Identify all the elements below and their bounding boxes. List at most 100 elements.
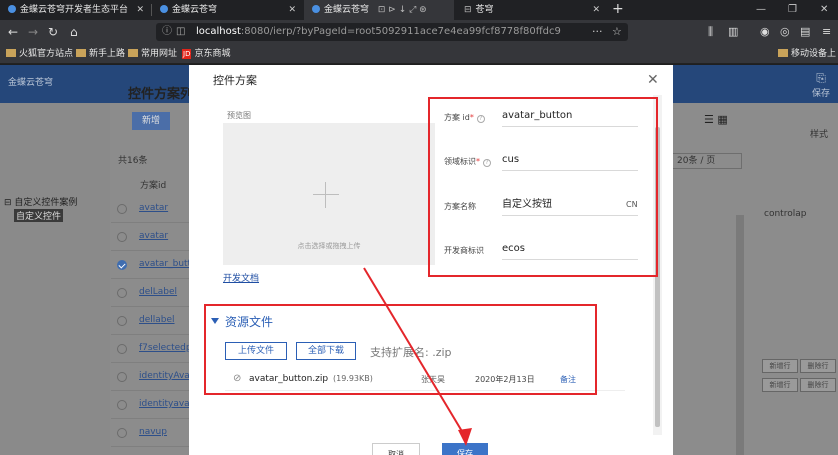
close-tab-icon[interactable]: ✕ — [592, 0, 600, 20]
row-radio[interactable] — [117, 232, 127, 242]
delete-row-button[interactable]: 删除行 — [800, 359, 836, 373]
row-link[interactable]: navup — [139, 427, 167, 437]
add-button[interactable]: 新增 — [132, 112, 170, 130]
home-icon[interactable]: ⌂ — [70, 24, 78, 40]
table-row[interactable]: identityavata — [111, 391, 199, 419]
page-actions-icon[interactable]: ··· — [592, 23, 603, 41]
bookmark-star-icon[interactable]: ☆ — [612, 23, 622, 41]
table-row[interactable]: identityAvata — [111, 363, 199, 391]
row-link[interactable]: avatar — [139, 231, 168, 241]
close-tab-icon[interactable]: ✕ — [136, 0, 144, 20]
record-count: 共16条 — [118, 156, 148, 166]
row-radio[interactable] — [117, 344, 127, 354]
table-row[interactable]: avatar — [111, 195, 191, 223]
language-suffix[interactable]: CN — [626, 200, 638, 209]
app-logo: 金蝶云苍穹 — [8, 78, 54, 88]
required-mark: * — [476, 157, 480, 166]
tab-title: 金蝶云苍穹开发者生态平台 — [20, 5, 129, 15]
address-bar[interactable]: ⓘ ◫ localhost:8080/ierp/?byPageId=root50… — [156, 23, 628, 41]
scheme-id-input[interactable]: avatar_button — [502, 105, 638, 127]
tree-node-selected[interactable]: 自定义控件 — [14, 209, 64, 222]
domain-id-input[interactable]: cus — [502, 149, 638, 171]
file-note-link[interactable]: 备注 — [560, 374, 576, 385]
add-row-button[interactable]: 新增行 — [762, 378, 798, 392]
delete-row-button[interactable]: 删除行 — [800, 378, 836, 392]
collapse-triangle-icon — [211, 318, 219, 324]
add-row-button[interactable]: 新增行 — [762, 359, 798, 373]
table-row[interactable]: delLabel — [111, 279, 191, 307]
tab-picture-icon: ⊟ — [464, 5, 472, 15]
library-icon[interactable]: ⫼ — [708, 24, 713, 40]
field-label: 开发商标识 — [444, 246, 484, 255]
back-icon[interactable]: ← — [8, 24, 18, 40]
close-tab-icon[interactable]: ✕ — [288, 0, 296, 20]
tab-media-icons: ⊡ ⊳ ↓ ⤢ ⊛ — [377, 5, 427, 15]
modal-scrollbar[interactable] — [655, 127, 660, 427]
cancel-button[interactable]: 取消 — [372, 443, 420, 455]
row-link[interactable]: dellabel — [139, 315, 175, 325]
bookmark-label: 京东商城 — [194, 49, 231, 59]
new-tab-button[interactable]: + — [612, 0, 624, 18]
field-label: 方案 id*? — [444, 112, 485, 123]
preview-label: 预览图 — [227, 111, 251, 120]
row-link[interactable]: avatar_butto — [139, 259, 197, 269]
image-upload-area[interactable]: 点击选择或拖拽上传 — [223, 123, 435, 265]
download-all-button[interactable]: 全部下载 — [296, 342, 356, 360]
sidebar-icon[interactable]: ▥ — [728, 24, 738, 40]
menu-icon[interactable]: ≡ — [822, 24, 831, 40]
forward-icon[interactable]: → — [28, 24, 38, 40]
row-link[interactable]: avatar — [139, 203, 168, 213]
tree-node[interactable]: ⊟ 自定义控件案例 — [4, 195, 77, 208]
browser-tab[interactable]: 金蝶云苍穹 ✕ — [152, 0, 302, 20]
extension-icon[interactable]: ◎ — [780, 24, 790, 40]
save-action[interactable]: ⎘ 保存 — [812, 71, 830, 99]
row-radio[interactable] — [117, 372, 127, 382]
help-icon[interactable]: ? — [476, 115, 485, 123]
upload-file-button[interactable]: 上传文件 — [225, 342, 287, 360]
row-radio[interactable] — [117, 316, 127, 326]
browser-tab[interactable]: ⊟ 苍穹 ✕ — [456, 0, 606, 20]
row-radio-checked[interactable] — [117, 260, 127, 270]
row-radio[interactable] — [117, 204, 127, 214]
page-title: 控件方案列 — [128, 87, 194, 102]
table-row[interactable]: dellabel — [111, 307, 191, 335]
file-name[interactable]: avatar_button.zip — [249, 374, 328, 384]
mobile-bookmarks[interactable]: 移动设备上 — [778, 44, 836, 64]
close-icon[interactable]: ✕ — [647, 73, 659, 87]
dev-doc-link[interactable]: 开发文档 — [223, 271, 259, 284]
reload-icon[interactable]: ↻ — [48, 24, 58, 40]
resources-section-header[interactable]: 资源文件 — [211, 313, 273, 330]
table-row[interactable]: avatar — [111, 223, 191, 251]
row-radio[interactable] — [117, 428, 127, 438]
section-title: 资源文件 — [225, 315, 274, 329]
right-panel-field: controlap — [764, 209, 807, 219]
minimize-icon[interactable]: — — [756, 0, 766, 20]
browser-tab[interactable]: 金蝶云苍穹开发者生态平台 ✕ — [0, 0, 150, 20]
table-row[interactable]: f7selectedpe — [111, 335, 197, 363]
bookmark-item[interactable]: 火狐官方站点 — [6, 44, 73, 64]
extension-icon[interactable]: ◉ — [760, 24, 770, 40]
file-uploader: 张天昊 — [421, 375, 445, 384]
bookmark-item[interactable]: 常用网址 — [128, 44, 177, 64]
save-button[interactable]: 保存 — [442, 443, 488, 455]
row-radio[interactable] — [117, 288, 127, 298]
folder-icon — [6, 49, 16, 57]
developer-id-input[interactable]: ecos — [502, 238, 638, 260]
close-window-icon[interactable]: ✕ — [820, 0, 828, 20]
scheme-name-input[interactable]: 自定义按钮 — [502, 194, 638, 216]
right-panel-header: 样式 — [810, 130, 829, 140]
row-link[interactable]: delLabel — [139, 287, 177, 297]
tree-label: 自定义控件案例 — [14, 198, 78, 208]
bookmark-item[interactable]: JD 京东商城 — [182, 44, 230, 64]
extension-icon[interactable]: ▤ — [800, 24, 810, 40]
site-info-icon[interactable]: ⓘ — [162, 23, 172, 41]
extension-hint: 支持扩展名: .zip — [370, 346, 452, 359]
left-panel: ⊟ 自定义控件案例 自定义控件 — [0, 103, 110, 455]
row-radio[interactable] — [117, 400, 127, 410]
table-row[interactable]: avatar_butto — [111, 251, 197, 279]
maximize-icon[interactable]: ❐ — [788, 0, 797, 20]
bookmark-item[interactable]: 新手上路 — [76, 44, 125, 64]
help-icon[interactable]: ? — [483, 159, 491, 167]
table-row[interactable]: navup — [111, 419, 191, 447]
browser-tab-active[interactable]: 金蝶云苍穹 ⊡ ⊳ ↓ ⤢ ⊛ — [304, 0, 454, 20]
